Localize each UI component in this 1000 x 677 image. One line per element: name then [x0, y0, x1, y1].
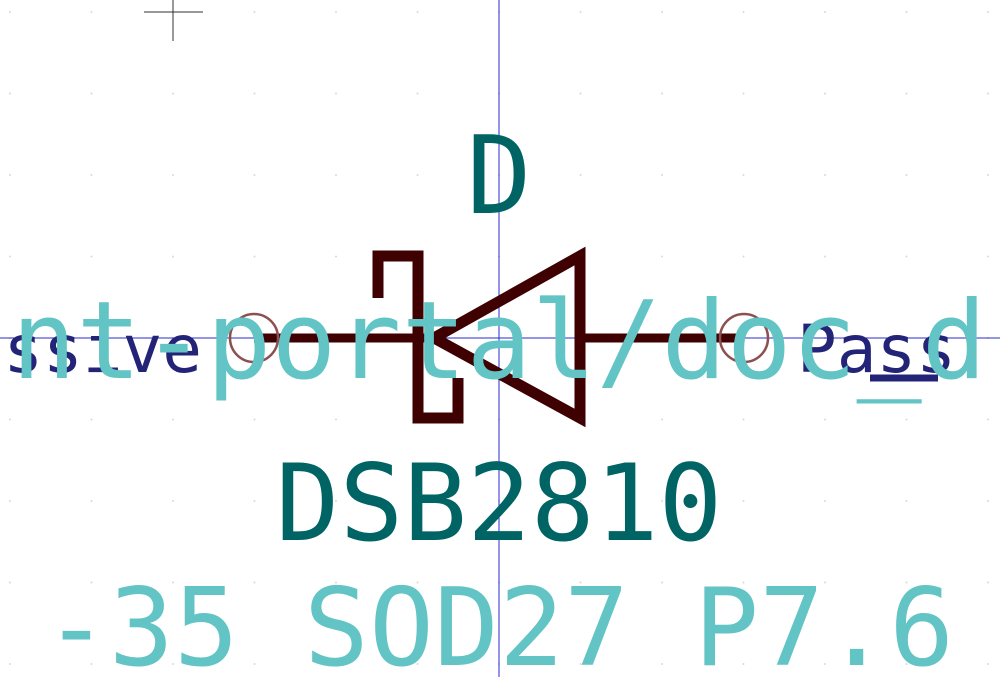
grid-dot [824, 418, 826, 421]
grid-dot [335, 174, 337, 176]
value-field[interactable]: DSB2810 [276, 442, 723, 565]
grid-dot [172, 418, 174, 421]
grid-dot [824, 92, 826, 95]
grid-dot [335, 11, 337, 13]
datasheet-field[interactable]: nt-portal/doc_d [11, 279, 986, 404]
grid-dot [824, 255, 826, 258]
grid-dot [987, 92, 989, 95]
grid-dot [987, 418, 989, 421]
grid-dot [987, 174, 989, 176]
grid-dot [742, 255, 745, 258]
grid-dot [416, 92, 419, 95]
grid-dot [905, 174, 908, 176]
grid-dot [90, 92, 93, 95]
grid-dot [416, 174, 419, 176]
grid-dot [172, 255, 174, 258]
grid-dot [661, 174, 663, 176]
grid-dot [9, 581, 11, 584]
grid-dot [905, 500, 908, 502]
symbol-editor-canvas[interactable]: ssive Pass D DSB2810 nt-portal/doc_d -35… [0, 0, 1000, 677]
grid-dot [661, 255, 663, 258]
grid-dot [9, 255, 11, 258]
grid-dot [9, 11, 11, 13]
grid-dot [172, 174, 174, 176]
grid-dot [90, 11, 93, 13]
grid-dot [742, 92, 745, 95]
grid-dot [253, 418, 256, 421]
reference-field[interactable]: D [466, 114, 531, 239]
grid-dot [905, 418, 908, 421]
grid-dot [253, 174, 256, 176]
footprint-field[interactable]: -35_SOD27_P7.6 [44, 566, 954, 677]
grid-dot [9, 92, 11, 95]
grid-dot [579, 174, 582, 176]
grid-dot [987, 500, 989, 502]
grid-dot [9, 174, 11, 176]
grid-dot [253, 255, 256, 258]
grid-dot [90, 255, 93, 258]
grid-dot [9, 418, 11, 421]
grid-dot [987, 663, 989, 665]
grid-dot [905, 255, 908, 258]
grid-dot [253, 500, 256, 502]
grid-dot [253, 92, 256, 95]
grid-dot [661, 418, 663, 421]
grid-dot [172, 92, 174, 95]
grid-dot [661, 11, 663, 13]
grid-dot [9, 500, 11, 502]
grid-dot [253, 11, 256, 13]
grid-dot [742, 500, 745, 502]
grid-dot [824, 174, 826, 176]
grid-dot [824, 500, 826, 502]
grid-dot [335, 418, 337, 421]
grid-dot [335, 255, 337, 258]
grid-dot [742, 11, 745, 13]
grid-dot [90, 500, 93, 502]
grid-dot [742, 418, 745, 421]
grid-dot [987, 581, 989, 584]
grid-dot [90, 418, 93, 421]
grid-dot [416, 11, 419, 13]
grid-dot [987, 255, 989, 258]
grid-dot [661, 92, 663, 95]
grid-dot [9, 663, 11, 665]
grid-dot [579, 92, 582, 95]
grid-dot [90, 174, 93, 176]
grid-dot [742, 174, 745, 176]
grid-dot [824, 11, 826, 13]
grid-dot [905, 11, 908, 13]
grid-dot [905, 92, 908, 95]
grid-dot [172, 500, 174, 502]
grid-dot [579, 11, 582, 13]
grid-dot [987, 11, 989, 13]
grid-dot [335, 92, 337, 95]
